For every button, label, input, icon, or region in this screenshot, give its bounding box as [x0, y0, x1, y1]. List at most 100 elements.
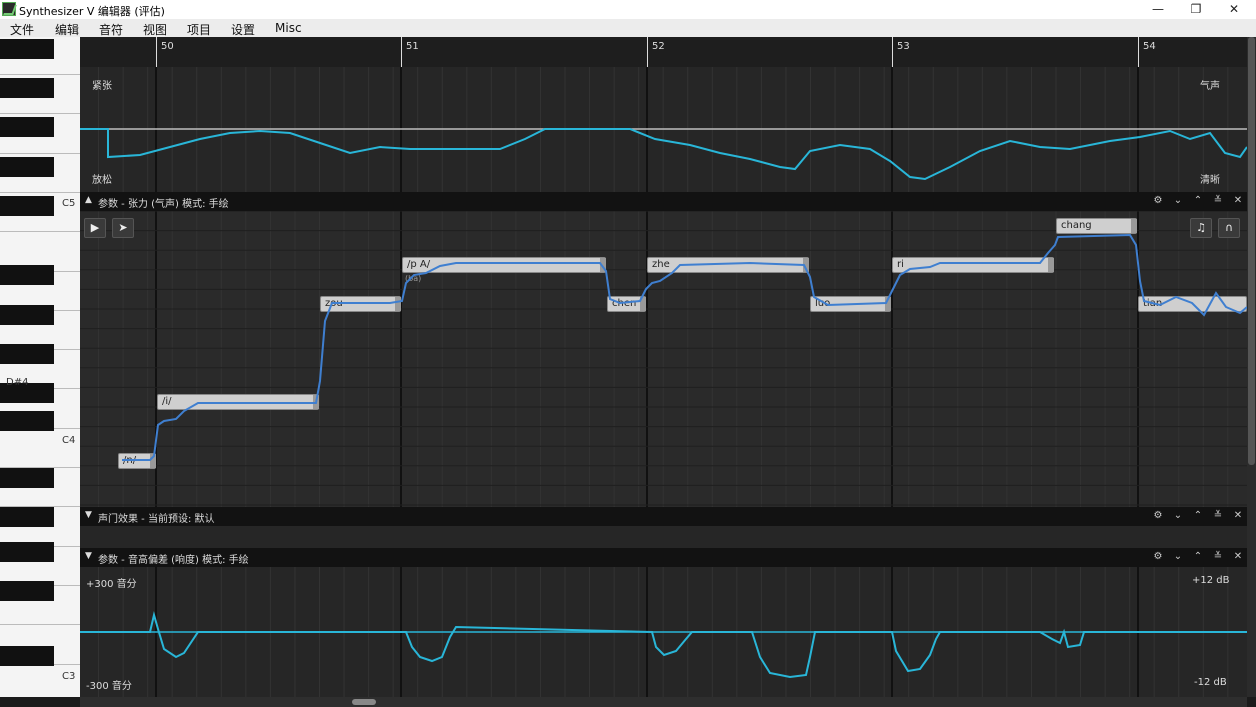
tension-parameter-panel[interactable]: 紧张 放松 气声 清晰 — [80, 67, 1247, 192]
black-key[interactable] — [0, 305, 54, 325]
window-title: Synthesizer V 编辑器 (评估) — [19, 5, 165, 18]
db-bottom-label: -12 dB — [1194, 677, 1227, 688]
key-label-d-sharp-4: D#4 — [6, 377, 29, 388]
note-tail[interactable] — [600, 258, 606, 272]
note-tail[interactable] — [150, 454, 156, 468]
scrollbar-thumb[interactable] — [1248, 37, 1255, 465]
title-bar: Synthesizer V 编辑器 (评估) — ❐ ✕ — [0, 0, 1256, 19]
note[interactable]: zou — [320, 296, 401, 312]
black-key[interactable] — [0, 646, 54, 666]
menu-file[interactable]: 文件 — [10, 21, 34, 38]
note-lyric[interactable]: chang — [1061, 220, 1092, 231]
loudness-parameter-panel[interactable]: +300 音分 -300 音分 +12 dB -12 dB — [80, 567, 1247, 697]
piano-roll-grid — [80, 211, 1247, 507]
vertical-scrollbar[interactable] — [1247, 37, 1256, 697]
black-key[interactable] — [0, 411, 54, 431]
play-button[interactable]: ▶ — [84, 218, 106, 238]
note-tail[interactable] — [803, 258, 809, 272]
note-lyric[interactable]: /p A/ — [407, 259, 430, 270]
collapse-triangle-icon[interactable]: ▲ — [85, 195, 92, 205]
minimize-button[interactable]: — — [1140, 0, 1176, 19]
clarity-bottom-label: 清晰 — [1200, 175, 1220, 186]
chevron-down-icon[interactable]: ⌄ — [1171, 550, 1185, 564]
note-tail[interactable] — [1131, 219, 1137, 233]
piano-roll-editor[interactable]: ▶ ➤ ♫ ∩ /n/ /i/ zou /p A/ (ba) chen zhe l… — [80, 211, 1247, 507]
black-key[interactable] — [0, 581, 54, 601]
menu-edit[interactable]: 编辑 — [55, 21, 79, 38]
note-lyric[interactable]: ri — [897, 259, 904, 270]
expand-triangle-icon[interactable]: ▼ — [85, 510, 92, 520]
note-lyric[interactable]: zhe — [652, 259, 670, 270]
note[interactable]: /n/ — [118, 453, 156, 469]
black-key[interactable] — [0, 117, 54, 137]
gear-icon[interactable]: ⚙ — [1151, 550, 1165, 564]
collapse-icon[interactable]: ≚ — [1211, 550, 1225, 564]
menu-note[interactable]: 音符 — [99, 21, 123, 38]
chevron-down-icon[interactable]: ⌄ — [1171, 509, 1185, 523]
menu-settings[interactable]: 设置 — [231, 21, 255, 38]
note[interactable]: /i/ — [157, 394, 319, 410]
black-key[interactable] — [0, 507, 54, 527]
note-lyric[interactable]: /n/ — [123, 455, 136, 466]
black-key[interactable] — [0, 157, 54, 177]
close-icon[interactable]: ✕ — [1231, 509, 1245, 523]
select-tool-button[interactable]: ➤ — [112, 218, 134, 238]
horizontal-scrollbar[interactable] — [80, 697, 1247, 707]
chevron-up-icon[interactable]: ⌃ — [1191, 194, 1205, 208]
timeline-ruler[interactable]: 50 51 52 53 54 — [80, 37, 1247, 67]
note[interactable]: chang — [1056, 218, 1137, 234]
note-lyric[interactable]: /i/ — [162, 396, 172, 407]
note-tail[interactable] — [885, 297, 891, 311]
note[interactable]: luo — [810, 296, 891, 312]
black-key[interactable] — [0, 78, 54, 98]
loudness-bottom-label: -300 音分 — [86, 681, 132, 692]
black-key[interactable] — [0, 265, 54, 285]
close-icon[interactable]: ✕ — [1231, 194, 1245, 208]
close-icon[interactable]: ✕ — [1231, 550, 1245, 564]
black-key[interactable] — [0, 344, 54, 364]
note-tail[interactable] — [1048, 258, 1054, 272]
effects-panel-header[interactable]: ▼ 声门效果 - 当前预设: 默认 ⚙ ⌄ ⌃ ≚ ✕ — [80, 507, 1247, 526]
note-lyric[interactable]: tian — [1143, 298, 1162, 309]
note-tail[interactable] — [395, 297, 401, 311]
note[interactable]: /p A/ (ba) — [402, 257, 606, 283]
note-icon[interactable]: ♫ — [1190, 218, 1212, 238]
tension-grid — [80, 67, 1247, 192]
bar-number: 51 — [406, 41, 419, 52]
black-key[interactable] — [0, 468, 54, 488]
loudness-panel-header[interactable]: ▼ 参数 - 音高偏差 (响度) 模式: 手绘 ⚙ ⌄ ⌃ ≚ ✕ — [80, 548, 1247, 567]
chevron-up-icon[interactable]: ⌃ — [1191, 509, 1205, 523]
menu-misc[interactable]: Misc — [275, 21, 302, 35]
note-lyric[interactable]: chen — [612, 298, 636, 309]
note-tail[interactable] — [640, 297, 646, 311]
black-key[interactable] — [0, 196, 54, 216]
close-window-button[interactable]: ✕ — [1216, 0, 1252, 19]
collapse-icon[interactable]: ≚ — [1211, 194, 1225, 208]
headphones-icon[interactable]: ∩ — [1218, 218, 1240, 238]
gear-icon[interactable]: ⚙ — [1151, 194, 1165, 208]
gear-icon[interactable]: ⚙ — [1151, 509, 1165, 523]
collapse-icon[interactable]: ≚ — [1211, 509, 1225, 523]
piano-keyboard[interactable]: C5 D#4 C4 C3 — [0, 37, 80, 697]
note[interactable]: zhe — [647, 257, 809, 273]
expand-triangle-icon[interactable]: ▼ — [85, 551, 92, 561]
note-lyric[interactable]: luo — [815, 298, 830, 309]
black-key[interactable] — [0, 542, 54, 562]
note[interactable]: chen — [607, 296, 646, 312]
scrollbar-thumb[interactable] — [352, 699, 376, 705]
tension-panel-header[interactable]: ▲ 参数 - 张力 (气声) 模式: 手绘 ⚙ ⌄ ⌃ ≚ ✕ — [80, 192, 1247, 211]
note[interactable]: tian — [1138, 296, 1247, 312]
db-top-label: +12 dB — [1192, 575, 1230, 586]
note[interactable]: ri — [892, 257, 1054, 273]
effects-panel-body — [80, 526, 1247, 548]
black-key[interactable] — [0, 39, 54, 59]
panel-title: 参数 - 音高偏差 (响度) 模式: 手绘 — [98, 555, 249, 566]
chevron-down-icon[interactable]: ⌄ — [1171, 194, 1185, 208]
note-tail[interactable] — [313, 395, 319, 409]
chevron-up-icon[interactable]: ⌃ — [1191, 550, 1205, 564]
maximize-button[interactable]: ❐ — [1178, 0, 1214, 19]
menu-view[interactable]: 视图 — [143, 21, 167, 38]
menu-project[interactable]: 项目 — [187, 21, 211, 38]
note-lyric[interactable]: zou — [325, 298, 343, 309]
app-logo-icon — [2, 2, 16, 16]
